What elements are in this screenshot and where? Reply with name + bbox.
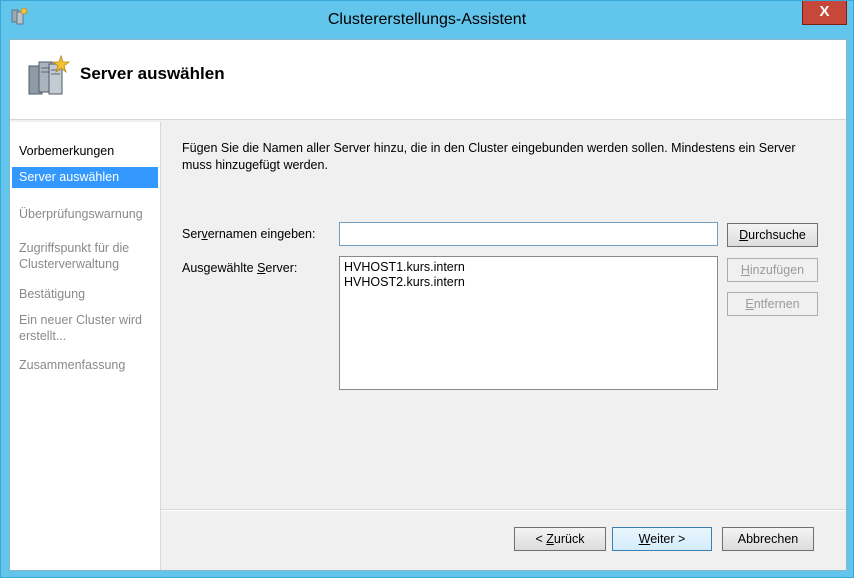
label-part: inzufügen: [749, 263, 805, 277]
nav-step-cluster-erstellt: Ein neuer Cluster wird erstellt...: [19, 313, 142, 343]
label-part: eiter >: [650, 532, 686, 546]
add-button[interactable]: Hinzufügen: [727, 258, 818, 282]
access-key: E: [745, 297, 754, 311]
access-key: H: [740, 263, 750, 277]
selected-servers-list[interactable]: HVHOST1.kurs.intern HVHOST2.kurs.intern: [339, 256, 718, 390]
page-title: Server auswählen: [80, 64, 225, 83]
page-header: Server auswählen: [10, 40, 846, 120]
cancel-button[interactable]: Abbrechen: [722, 527, 814, 551]
access-key: D: [739, 228, 749, 242]
remove-button[interactable]: Entfernen: [727, 292, 818, 316]
next-button[interactable]: Weiter >: [612, 527, 712, 551]
nav-divider: [160, 122, 161, 570]
client-area: Server auswählen Vorbemerkungen Server a…: [9, 39, 847, 571]
server-name-label: Servernamen eingeben:: [182, 227, 315, 241]
access-key: W: [638, 532, 651, 546]
title-bar[interactable]: Clustererstellungs-Assistent X: [1, 1, 853, 39]
instructions-text: Fügen Sie die Namen aller Server hinzu, …: [182, 141, 796, 172]
label-part: <: [535, 532, 547, 546]
list-item[interactable]: HVHOST2.kurs.intern: [344, 275, 713, 290]
nav-step-vorbemerkungen[interactable]: Vorbemerkungen: [12, 143, 158, 159]
label-part: ntfernen: [753, 297, 800, 311]
label-part: Ser: [182, 227, 202, 241]
nav-step-ueberpruefungswarnung: Überprüfungswarnung: [19, 207, 143, 221]
nav-step-bestaetigung: Bestätigung: [19, 287, 86, 301]
label-part: urchsuche: [748, 228, 806, 242]
nav-step-zugriffspunkt: Zugriffspunkt für die Clusterverwaltung: [19, 241, 130, 271]
access-key: Z: [546, 532, 554, 546]
server-cluster-icon: [28, 54, 71, 95]
label-part: ernamen eingeben:: [207, 227, 316, 241]
back-button[interactable]: < Zurück: [514, 527, 606, 551]
close-button[interactable]: X: [802, 1, 847, 25]
browse-button[interactable]: Durchsuche: [727, 223, 818, 247]
wizard-window: Clustererstellungs-Assistent X Server au…: [0, 0, 854, 578]
nav-step-zusammenfassung: Zusammenfassung: [19, 358, 126, 372]
label-part: erver:: [265, 261, 298, 275]
window-title: Clustererstellungs-Assistent: [327, 11, 527, 28]
label-part: Ausgewählte: [182, 261, 258, 275]
server-name-input[interactable]: [339, 222, 718, 246]
wizard-steps-nav: Vorbemerkungen Server auswählen Überprüf…: [10, 122, 160, 570]
label-part: urück: [553, 532, 585, 546]
list-item[interactable]: HVHOST1.kurs.intern: [344, 260, 713, 275]
selected-servers-label: Ausgewählte Server:: [182, 261, 297, 275]
nav-step-server-auswaehlen[interactable]: Server auswählen: [12, 167, 158, 188]
footer-divider-highlight: [161, 510, 846, 511]
